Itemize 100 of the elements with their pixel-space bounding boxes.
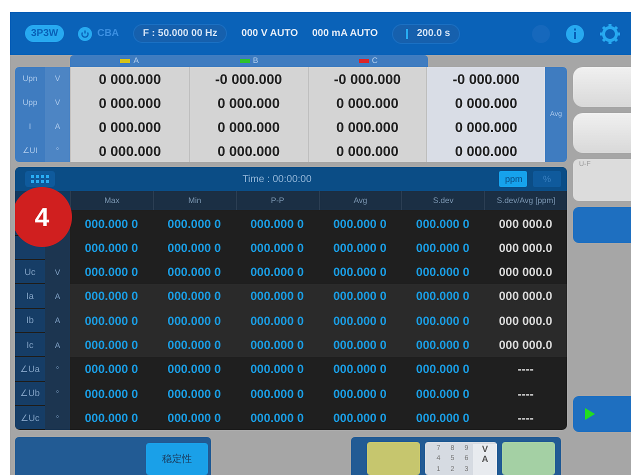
statistic-value: 000.000 0 <box>415 386 470 403</box>
statistic-value: 000.000 0 <box>249 361 305 378</box>
settings-icon[interactable] <box>599 22 621 44</box>
reading-cell: 0 000.000 <box>426 138 545 162</box>
unit-label: V <box>45 260 70 284</box>
statistic-value: 000.000 0 <box>84 216 140 233</box>
statistic-value: 000.000 0 <box>152 284 236 309</box>
statistic-value: 000 000.0 <box>498 240 554 257</box>
statistic-value: 000.000 0 <box>70 308 153 333</box>
statistic-value: 000.000 0 <box>152 332 236 358</box>
info-icon[interactable] <box>565 24 585 44</box>
unit-toggle[interactable]: % <box>533 171 561 188</box>
reading-cell: 0 000.000 <box>70 90 189 115</box>
unit-label: A <box>45 332 70 358</box>
statistic-value: 000.000 0 <box>415 240 470 257</box>
column-header: Min <box>152 191 236 210</box>
side-button[interactable] <box>573 113 631 153</box>
statistic-value: 000 000.0 <box>484 332 567 358</box>
phase-label: A <box>133 56 139 66</box>
wiring-mode-button[interactable]: 3P3W <box>25 25 64 42</box>
statistic-value: 000.000 0 <box>415 216 470 233</box>
phase-label: B <box>252 56 258 66</box>
statistic-value: 000.000 0 <box>249 386 305 403</box>
reading-cell: 0 000.000 <box>70 138 189 162</box>
statistic-value: 000.000 0 <box>84 361 140 378</box>
elapsed-time: Time : 00:00:00 <box>241 174 313 185</box>
statistic-value: 000.000 0 <box>249 240 305 257</box>
statistic-value: 000.000 0 <box>318 308 402 333</box>
phase-label: C <box>372 56 378 66</box>
statistic-value: 000.000 0 <box>84 264 140 282</box>
statistic-value: 000.000 0 <box>415 264 470 282</box>
column-header: Avg <box>318 191 402 210</box>
statistic-value: 000.000 0 <box>318 284 402 309</box>
function-button[interactable] <box>502 442 555 475</box>
row-label: Ia <box>15 284 45 308</box>
column-header: Max <box>70 191 153 210</box>
unit-label: A <box>45 308 70 333</box>
function-button[interactable] <box>367 442 420 475</box>
statistic-value: 000.000 0 <box>249 264 305 282</box>
reading-cell: 0 000.000 <box>426 114 545 139</box>
row-label: Upp <box>15 90 45 115</box>
statistic-value: 000.000 0 <box>152 308 236 333</box>
unit-toggle[interactable]: ppm <box>499 171 527 188</box>
statistic-value: 000.000 0 <box>249 410 305 428</box>
statistic-value: 000.000 0 <box>332 216 388 233</box>
unit-label: ° <box>45 138 70 162</box>
reading-cell: -0 000.000 <box>188 66 308 91</box>
side-button[interactable] <box>573 67 631 107</box>
row-label: I <box>15 114 45 139</box>
keypad-unit: V <box>482 444 488 454</box>
unit-label: V <box>45 90 70 115</box>
current-range: 000 mA AUTO <box>312 28 378 39</box>
unit-label: ° <box>45 406 70 430</box>
statistic-value: 000 000.0 <box>498 216 554 233</box>
statistic-value: 000.000 0 <box>70 284 153 309</box>
statistic-value: 000.000 0 <box>166 240 222 257</box>
statistic-value: 000.000 0 <box>401 332 484 358</box>
statistic-value: 000.000 0 <box>84 410 140 428</box>
reading-cell: 0 000.000 <box>426 90 545 115</box>
column-header: S.dev/Avg [ppm] <box>484 191 567 210</box>
statistic-value: 000.000 0 <box>401 308 484 333</box>
play-icon <box>585 408 595 420</box>
statistic-value: 000.000 0 <box>332 361 388 378</box>
grid-view-button[interactable] <box>25 171 55 188</box>
reading-cell: -0 000.000 <box>426 66 545 91</box>
unit-label: ° <box>45 382 70 406</box>
row-label: ∠UI <box>15 138 45 162</box>
statistic-value: 000.000 0 <box>236 332 318 358</box>
reading-cell: 0 000.000 <box>188 90 308 115</box>
stability-button[interactable]: 稳定性 <box>146 443 208 475</box>
statistic-value: 000.000 0 <box>332 410 388 428</box>
statistic-value: 000.000 0 <box>415 361 470 378</box>
statistic-value: 000.000 0 <box>236 308 318 333</box>
row-label: ∠Ub <box>15 382 45 405</box>
frequency-display: F : 50.000 00 Hz <box>132 24 228 43</box>
start-button[interactable] <box>573 396 631 432</box>
statistic-value: ---- <box>516 361 535 378</box>
statistic-value: 000.000 0 <box>166 386 222 403</box>
reading-cell: 0 000.000 <box>70 114 189 139</box>
unit-label: V <box>45 66 70 91</box>
row-label: ∠Uc <box>15 406 45 430</box>
statistic-value: 000.000 0 <box>401 284 484 309</box>
statistic-value: 000.000 0 <box>166 216 222 233</box>
side-button[interactable] <box>573 207 631 243</box>
statistic-value: 000.000 0 <box>84 386 140 403</box>
statistic-value: 000.000 0 <box>84 240 140 257</box>
duration-display: 200.0 s <box>392 24 460 44</box>
statistic-value: 000.000 0 <box>318 332 402 358</box>
reading-cell: 0 000.000 <box>188 138 308 162</box>
reading-cell: 0 000.000 <box>70 66 189 91</box>
column-header: S.dev <box>401 191 484 210</box>
grid-icon <box>31 175 49 184</box>
statistic-value: 000.000 0 <box>415 410 470 428</box>
statistic-value: 000.000 0 <box>332 386 388 403</box>
statistic-value: 000.000 0 <box>332 240 388 257</box>
keypad-unit: A <box>482 454 488 464</box>
unit-label: ° <box>45 357 70 382</box>
reading-cell: 0 000.000 <box>188 114 308 139</box>
statistic-value: 000.000 0 <box>70 332 153 358</box>
statistic-value: 000.000 0 <box>166 361 222 378</box>
